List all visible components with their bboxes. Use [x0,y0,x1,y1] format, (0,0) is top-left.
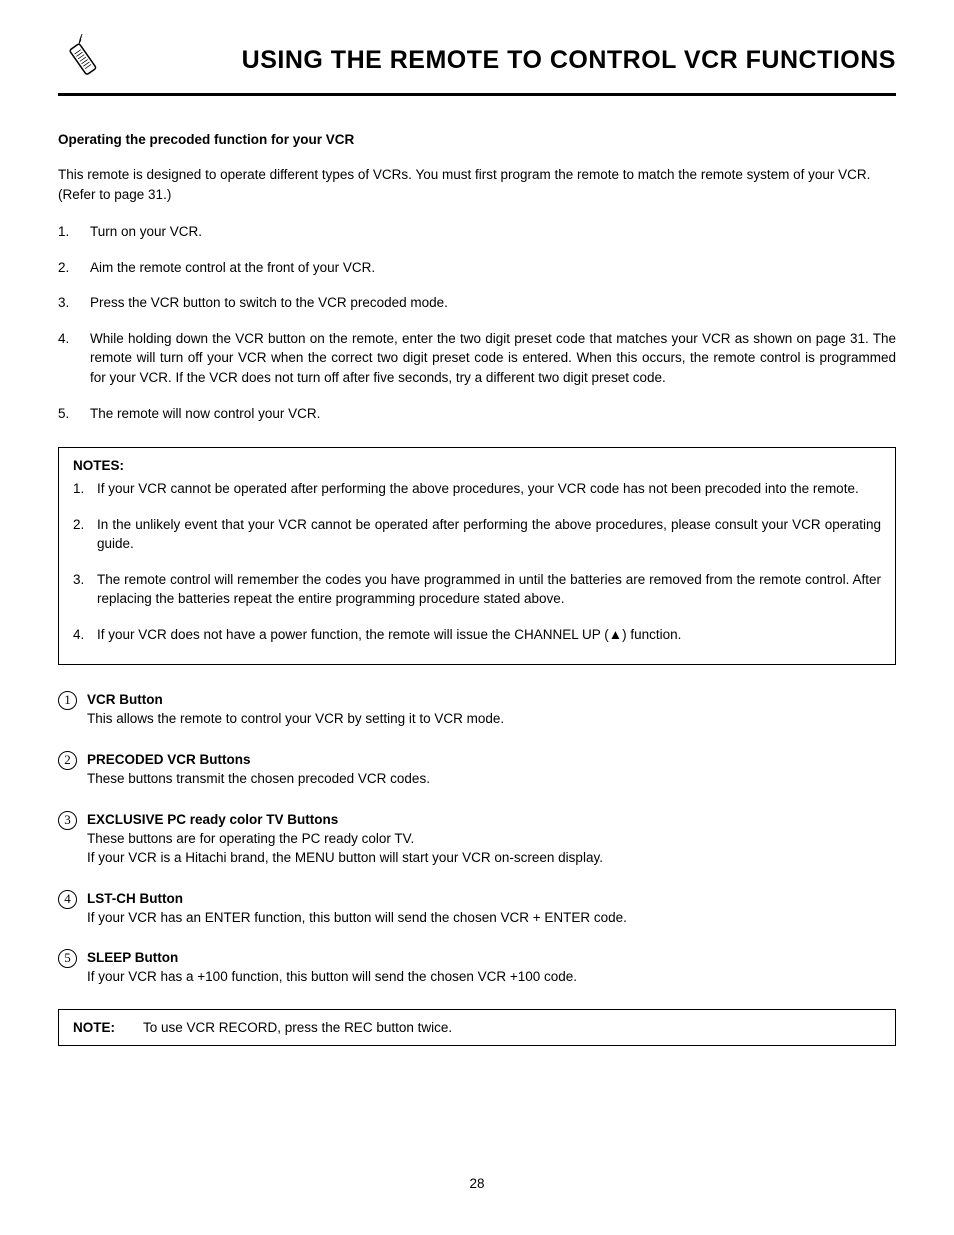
button-body: PRECODED VCR Buttons These buttons trans… [87,751,430,789]
note-item: The remote control will remember the cod… [73,570,881,609]
step-item: Turn on your VCR. [58,222,896,242]
button-title: EXCLUSIVE PC ready color TV Buttons [87,812,338,827]
button-definitions: 1 VCR Button This allows the remote to c… [58,691,896,987]
step-item: Press the VCR button to switch to the VC… [58,293,896,313]
notes-title: NOTES: [73,458,881,473]
button-desc: These buttons transmit the chosen precod… [87,771,430,786]
note-item: If your VCR cannot be operated after per… [73,479,881,499]
page-number: 28 [0,1176,954,1191]
steps-list: Turn on your VCR. Aim the remote control… [58,222,896,423]
circled-number-icon: 2 [58,751,77,770]
intro-paragraph: This remote is designed to operate diffe… [58,165,896,204]
button-title: LST-CH Button [87,891,183,906]
note-item: In the unlikely event that your VCR cann… [73,515,881,554]
button-body: EXCLUSIVE PC ready color TV Buttons Thes… [87,811,603,868]
button-body: LST-CH Button If your VCR has an ENTER f… [87,890,627,928]
note-box: NOTE: To use VCR RECORD, press the REC b… [58,1009,896,1046]
note-text: To use VCR RECORD, press the REC button … [143,1020,452,1035]
manual-page: USING THE REMOTE TO CONTROL VCR FUNCTION… [0,0,954,1235]
button-desc: If your VCR has a +100 function, this bu… [87,969,577,984]
button-desc: This allows the remote to control your V… [87,711,504,726]
circled-number-icon: 5 [58,949,77,968]
button-def-2: 2 PRECODED VCR Buttons These buttons tra… [58,751,896,789]
step-item: Aim the remote control at the front of y… [58,258,896,278]
button-body: SLEEP Button If your VCR has a +100 func… [87,949,577,987]
page-header: USING THE REMOTE TO CONTROL VCR FUNCTION… [58,34,896,96]
note-item: If your VCR does not have a power functi… [73,625,881,645]
button-desc: If your VCR has an ENTER function, this … [87,910,627,925]
circled-number-icon: 3 [58,811,77,830]
button-def-1: 1 VCR Button This allows the remote to c… [58,691,896,729]
section-heading: Operating the precoded function for your… [58,132,896,147]
note-label: NOTE: [73,1020,143,1035]
button-title: SLEEP Button [87,950,178,965]
button-body: VCR Button This allows the remote to con… [87,691,504,729]
button-desc: These buttons are for operating the PC r… [87,831,603,865]
button-title: VCR Button [87,692,163,707]
circled-number-icon: 1 [58,691,77,710]
button-def-4: 4 LST-CH Button If your VCR has an ENTER… [58,890,896,928]
circled-number-icon: 4 [58,890,77,909]
button-def-3: 3 EXCLUSIVE PC ready color TV Buttons Th… [58,811,896,868]
remote-control-icon [58,34,106,87]
button-title: PRECODED VCR Buttons [87,752,251,767]
step-item: The remote will now control your VCR. [58,404,896,424]
step-item: While holding down the VCR button on the… [58,329,896,388]
notes-list: If your VCR cannot be operated after per… [73,479,881,644]
page-title: USING THE REMOTE TO CONTROL VCR FUNCTION… [106,46,896,75]
button-def-5: 5 SLEEP Button If your VCR has a +100 fu… [58,949,896,987]
notes-box: NOTES: If your VCR cannot be operated af… [58,447,896,665]
